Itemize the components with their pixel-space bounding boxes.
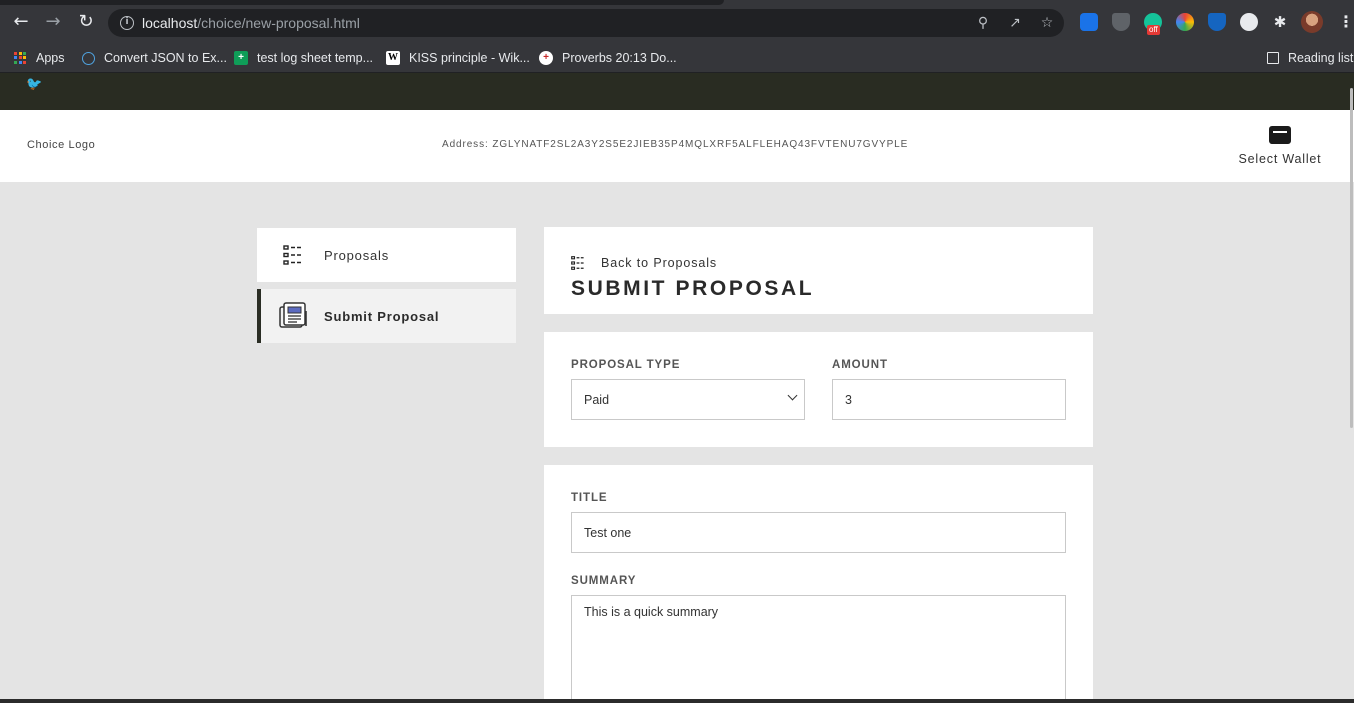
taskbar-edge [0,699,1354,703]
apps-grid-icon [14,51,27,65]
sidebar-item-label: Submit Proposal [324,308,440,324]
extensions-puzzle-icon[interactable]: ✱ [1270,12,1290,32]
wikipedia-icon: W [386,51,400,65]
tab-strip [0,0,724,5]
list-icon [283,245,302,265]
proposal-type-card: PROPOSAL TYPE Paid AMOUNT 3 [544,332,1093,447]
info-icon[interactable]: i [120,16,134,30]
bookmarks-bar: Apps Convert JSON to Ex... + test log sh… [0,44,1354,73]
back-arrow-icon[interactable]: ← [11,12,31,32]
extension-translate-icon[interactable] [1080,13,1098,31]
proposal-details-card: TITLE Test one SUMMARY This is a quick s… [544,465,1093,699]
summary-label: SUMMARY [571,575,637,587]
amount-label: AMOUNT [832,359,888,371]
top-social-bar: 🐦 [0,73,1354,110]
proposal-type-select[interactable]: Paid [571,379,805,420]
title-label: TITLE [571,492,608,504]
browser-toolbar: ← → ↻ i localhost/choice/new-proposal.ht… [0,0,1354,44]
share-icon[interactable]: ↗ [1006,14,1024,32]
bookmark-convert-json[interactable]: Convert JSON to Ex... [82,48,227,68]
address-bar[interactable]: i localhost/choice/new-proposal.html ⚲ ↗… [108,9,1064,37]
extension-off-badge: off [1147,25,1160,35]
sidebar-item-label: Proposals [324,247,390,263]
document-icon [279,302,307,328]
page-title: SUBMIT PROPOSAL [571,277,815,300]
proposal-type-value: Paid [584,392,610,407]
globe-icon [82,51,95,65]
select-wallet-button[interactable]: Select Wallet [1232,126,1328,168]
back-link-label: Back to Proposals [601,256,718,270]
sidebar-item-submit-proposal[interactable]: Submit Proposal [257,289,516,343]
reading-list-button[interactable]: Reading list [1267,48,1353,68]
bible-app-icon: + [539,51,553,65]
forward-arrow-icon[interactable]: → [43,12,63,32]
url-text[interactable]: localhost/choice/new-proposal.html [142,15,360,31]
wallet-address: Address: ZGLYNATF2SL2A3Y2S5E2JIEB35P4MQL… [442,139,909,150]
back-to-proposals-link[interactable]: Back to Proposals [571,256,717,270]
profile-avatar[interactable] [1301,11,1323,33]
summary-value: This is a quick summary [584,605,719,619]
bookmark-proverbs[interactable]: + Proverbs 20:13 Do... [539,48,677,68]
page-scrollbar[interactable] [1350,88,1353,428]
chevron-down-icon [787,390,798,401]
sidebar-item-proposals[interactable]: Proposals [257,228,516,282]
title-input[interactable]: Test one [571,512,1066,553]
reading-list-icon [1267,52,1279,64]
amount-value: 3 [845,392,852,407]
site-logo[interactable]: Choice Logo [27,139,95,151]
select-wallet-label: Select Wallet [1238,152,1322,166]
twitter-icon[interactable]: 🐦 [26,77,42,92]
bookmark-test-log-sheet[interactable]: + test log sheet temp... [234,48,373,68]
proposal-type-label: PROPOSAL TYPE [571,359,681,371]
amount-input[interactable]: 3 [832,379,1066,420]
bookmark-star-icon[interactable]: ☆ [1038,14,1056,32]
list-icon [571,256,585,270]
reload-icon[interactable]: ↻ [76,12,96,32]
extension-angular-icon[interactable] [1240,13,1258,31]
summary-textarea[interactable]: This is a quick summary [571,595,1066,699]
page-viewport: 🐦 Choice Logo Address: ZGLYNATF2SL2A3Y2S… [0,73,1354,699]
bookmark-kiss-principle[interactable]: W KISS principle - Wik... [386,48,530,68]
extension-shield-icon[interactable] [1112,13,1130,31]
title-value: Test one [584,525,632,540]
extension-color-picker-icon[interactable] [1176,13,1194,31]
zoom-icon[interactable]: ⚲ [974,14,992,32]
browser-menu-icon[interactable]: ⋮ [1338,12,1354,32]
wallet-icon [1269,126,1291,144]
page-heading-card: Back to Proposals SUBMIT PROPOSAL [544,227,1093,314]
site-header: Choice Logo Address: ZGLYNATF2SL2A3Y2S5E… [0,110,1354,182]
extension-bitwarden-icon[interactable] [1208,13,1226,31]
google-sheets-icon: + [234,51,248,65]
bookmark-apps[interactable]: Apps [14,48,65,68]
